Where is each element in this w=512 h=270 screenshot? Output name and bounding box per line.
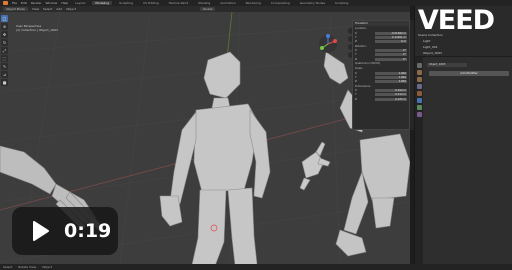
location-y-field[interactable]: 0.14201 m bbox=[375, 35, 407, 39]
add-modifier-button[interactable]: Add Modifier bbox=[429, 71, 509, 76]
add-cube-icon[interactable]: ■ bbox=[1, 79, 8, 86]
rotate-icon[interactable]: ↻ bbox=[1, 39, 8, 46]
menu-window[interactable]: Window bbox=[46, 1, 58, 5]
axis-z-label: Z bbox=[355, 97, 357, 101]
scene-tab-icon[interactable] bbox=[416, 84, 422, 89]
tool-shelf: ▢ ⊕ ✥ ↻ ⤢ ⬚ ✎ ⊿ ■ bbox=[1, 15, 9, 86]
menu-file[interactable]: File bbox=[12, 1, 17, 5]
scale-x-field[interactable]: 1.000 bbox=[375, 71, 407, 75]
viewport-menu-view[interactable]: View bbox=[32, 7, 39, 11]
dimensions-y-field[interactable]: 0.214 m bbox=[375, 93, 407, 97]
cursor-icon[interactable]: ⊕ bbox=[1, 23, 8, 30]
axis-x-label: X bbox=[355, 31, 357, 35]
status-object: Object bbox=[42, 265, 52, 269]
tab-texture-paint[interactable]: Texture Paint bbox=[166, 1, 191, 5]
play-icon[interactable] bbox=[32, 220, 50, 242]
rotation-y-field[interactable]: 0° bbox=[375, 53, 407, 57]
tab-rendering[interactable]: Rendering bbox=[243, 1, 264, 5]
material-tab-icon[interactable] bbox=[416, 112, 422, 117]
axis-z-label: Z bbox=[355, 57, 357, 61]
menu-help[interactable]: Help bbox=[61, 1, 68, 5]
output-tab-icon[interactable] bbox=[416, 77, 422, 82]
viewport-menu-select[interactable]: Select bbox=[43, 7, 52, 11]
axis-z-label: Z bbox=[355, 39, 357, 43]
tab-modeling[interactable]: Modeling bbox=[92, 1, 113, 5]
watermark-logo-icon: VEED bbox=[418, 5, 495, 34]
tab-sculpting[interactable]: Sculpting bbox=[116, 1, 136, 5]
veed-watermark-logo: VEED bbox=[404, 4, 508, 34]
annotate-icon[interactable]: ✎ bbox=[1, 63, 8, 70]
menu-render[interactable]: Render bbox=[31, 1, 42, 5]
dimensions-x-field[interactable]: 0.254 m bbox=[375, 89, 407, 93]
axis-y-label: Y bbox=[355, 75, 357, 79]
axis-y-label: Y bbox=[355, 35, 357, 39]
watermark-text: VEED bbox=[418, 5, 494, 34]
rotation-x-field[interactable]: 0° bbox=[375, 49, 407, 53]
axis-x-label: X bbox=[355, 71, 357, 75]
tab-shading[interactable]: Shading bbox=[195, 1, 213, 5]
object-tab-icon[interactable] bbox=[416, 91, 422, 96]
navigation-gizmo-icon[interactable] bbox=[318, 34, 338, 54]
object-mode-dropdown[interactable]: Object Mode bbox=[3, 7, 28, 11]
status-select: Select bbox=[3, 265, 13, 269]
tab-animation[interactable]: Animation bbox=[217, 1, 238, 5]
status-bar: Select Rotate View Object bbox=[0, 264, 512, 270]
axis-x-label: X bbox=[355, 89, 357, 93]
blender-logo-icon[interactable] bbox=[3, 1, 8, 5]
scale-icon[interactable]: ⤢ bbox=[1, 47, 8, 54]
axis-y-label: Y bbox=[355, 93, 357, 97]
tab-compositing[interactable]: Compositing bbox=[268, 1, 293, 5]
hand-mesh[interactable] bbox=[299, 141, 331, 191]
render-tab-icon[interactable] bbox=[416, 70, 422, 75]
modifier-tab-icon[interactable] bbox=[416, 98, 422, 103]
location-x-field[interactable]: -0.51693 m bbox=[375, 31, 407, 35]
collection-info: (1) Collection | Object_1693 bbox=[16, 28, 58, 32]
location-z-field[interactable]: 0 m bbox=[375, 39, 407, 43]
dimensions-z-field[interactable]: 0.223 m bbox=[375, 97, 407, 101]
object-name-field[interactable]: Object_1693 bbox=[427, 63, 467, 67]
viewport-menu-add[interactable]: Add bbox=[56, 7, 62, 11]
scale-z-field[interactable]: 1.000 bbox=[375, 80, 407, 84]
scale-y-field[interactable]: 1.000 bbox=[375, 75, 407, 79]
viewport-info: User Perspective (1) Collection | Object… bbox=[16, 24, 58, 32]
measure-icon[interactable]: ⊿ bbox=[1, 71, 8, 78]
rotation-z-field[interactable]: 0° bbox=[375, 57, 407, 61]
physics-tab-icon[interactable] bbox=[416, 105, 422, 110]
sidebar-transform-panel: Transform Location: X -0.51693 m Y 0.14201… bbox=[352, 20, 410, 130]
viewport-menu-object[interactable]: Object bbox=[66, 7, 76, 11]
outliner-item[interactable]: Object_1693 bbox=[415, 50, 512, 56]
tool-tab-icon[interactable] bbox=[416, 63, 422, 68]
character-mesh-main[interactable] bbox=[159, 51, 271, 264]
tab-uv-editing[interactable]: UV Editing bbox=[140, 1, 162, 5]
axis-z-label: Z bbox=[355, 80, 357, 84]
status-rotate-view: Rotate View bbox=[18, 265, 37, 269]
select-box-icon[interactable]: ▢ bbox=[1, 15, 8, 22]
menu-edit[interactable]: Edit bbox=[21, 1, 27, 5]
transform-icon[interactable]: ⬚ bbox=[1, 55, 8, 62]
transform-orientation-dropdown[interactable]: Global bbox=[199, 7, 216, 11]
properties-tabs bbox=[415, 57, 423, 264]
axis-y-label: Y bbox=[355, 53, 357, 57]
properties-panel: Object_1693 Add Modifier bbox=[414, 57, 512, 264]
axis-x-label: X bbox=[355, 49, 357, 53]
video-duration: 0:19 bbox=[64, 220, 112, 242]
video-play-badge[interactable]: 0:19 bbox=[12, 207, 118, 255]
move-icon[interactable]: ✥ bbox=[1, 31, 8, 38]
tab-scripting[interactable]: Scripting bbox=[332, 1, 351, 5]
tab-geometry-nodes[interactable]: Geometry Nodes bbox=[297, 1, 328, 5]
tab-layout[interactable]: Layout bbox=[72, 1, 88, 5]
